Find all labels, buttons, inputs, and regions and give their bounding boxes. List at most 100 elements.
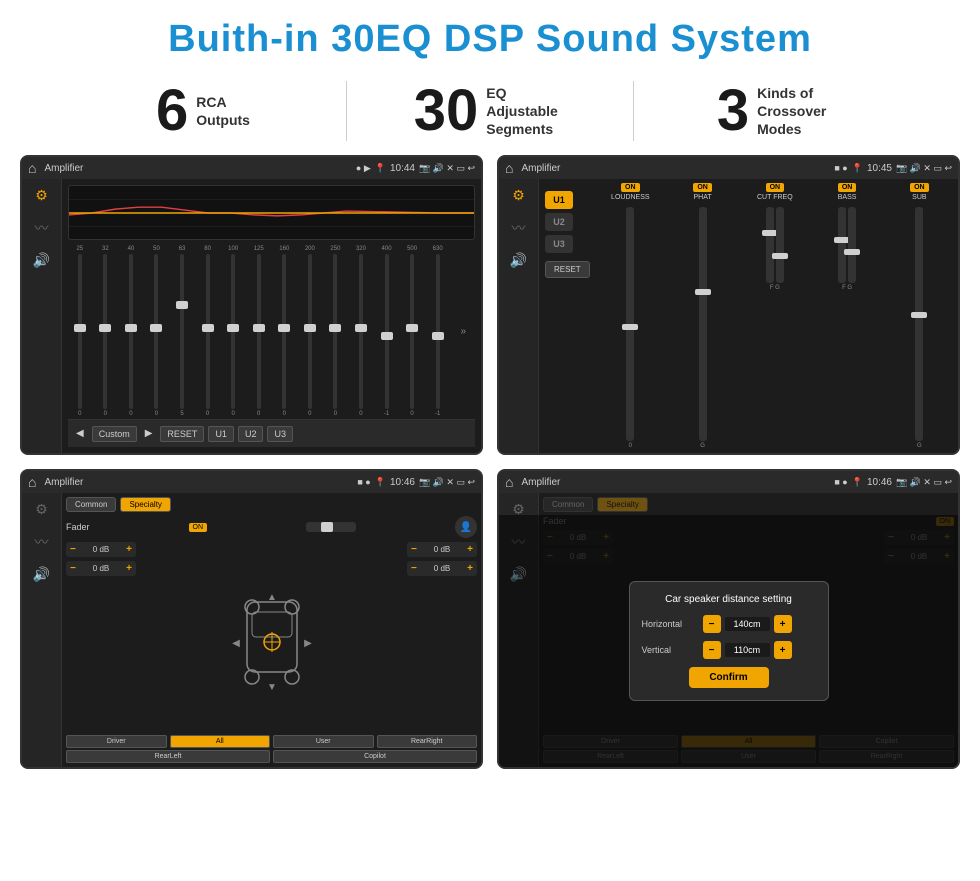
u2-btn[interactable]: U2 bbox=[545, 213, 573, 231]
rear-right-btn[interactable]: RearRight bbox=[377, 735, 478, 748]
crossover-area: U1 U2 U3 RESET ON LOUDNESS 0 bbox=[539, 179, 958, 453]
bass-label: BASS bbox=[838, 194, 857, 201]
phat-slider[interactable] bbox=[699, 207, 707, 441]
screens-grid: ⌂ Amplifier ● ▶ 📍 10:44 📷 🔊 ✕ ▭ ↩ ⚙ 〰 🔊 bbox=[0, 155, 980, 779]
eq-side-panel: ⚙ 〰 🔊 bbox=[22, 179, 62, 453]
confirm-button[interactable]: Confirm bbox=[689, 667, 769, 688]
eq-slider-250[interactable]: 250 0 bbox=[324, 246, 348, 417]
specialty-tab[interactable]: Specialty bbox=[120, 497, 170, 512]
eq-slider-200[interactable]: 200 0 bbox=[298, 246, 322, 417]
sub-on-badge: ON bbox=[910, 183, 929, 192]
rear-left-btn[interactable]: RearLeft bbox=[66, 750, 270, 763]
eq-filter-icon[interactable]: ⚙ bbox=[35, 187, 48, 204]
eq-expand-icon[interactable]: » bbox=[451, 246, 475, 417]
eq-status-bar: ⌂ Amplifier ● ▶ 📍 10:44 📷 🔊 ✕ ▭ ↩ bbox=[22, 157, 481, 179]
fader-screen: ⌂ Amplifier ■ ● 📍 10:46 📷 🔊 ✕ ▭ ↩ ⚙ 〰 🔊 … bbox=[20, 469, 483, 769]
sub-val: G bbox=[917, 443, 922, 449]
vertical-minus-btn[interactable]: − bbox=[703, 641, 721, 659]
eq-slider-32[interactable]: 32 0 bbox=[94, 246, 118, 417]
plus-icon-3[interactable]: + bbox=[467, 544, 473, 555]
plus-icon-4[interactable]: + bbox=[467, 563, 473, 574]
eq-slider-80[interactable]: 80 0 bbox=[196, 246, 220, 417]
cutfreq-slider-g[interactable] bbox=[776, 207, 784, 283]
user-btn[interactable]: User bbox=[273, 735, 374, 748]
plus-icon-2[interactable]: + bbox=[126, 563, 132, 574]
eq-prev-btn[interactable]: ◀ bbox=[72, 428, 88, 439]
eq-slider-100[interactable]: 100 0 bbox=[221, 246, 245, 417]
u3-btn[interactable]: U3 bbox=[545, 235, 573, 253]
vertical-plus-btn[interactable]: + bbox=[774, 641, 792, 659]
fader-left: − 0 dB + − 0 dB + bbox=[66, 542, 136, 732]
bass-slider-g[interactable] bbox=[848, 207, 856, 283]
cutfreq-val: F G bbox=[770, 285, 780, 291]
eq-slider-500[interactable]: 500 0 bbox=[400, 246, 424, 417]
fader-filter-icon[interactable]: ⚙ bbox=[35, 501, 48, 518]
fader-time: 10:46 bbox=[390, 477, 415, 488]
minus-icon-1[interactable]: − bbox=[70, 544, 76, 555]
eq-u2-btn[interactable]: U2 bbox=[238, 426, 264, 442]
eq-slider-50[interactable]: 50 0 bbox=[145, 246, 169, 417]
db-value-2: 0 dB bbox=[79, 564, 123, 573]
horizontal-plus-btn[interactable]: + bbox=[774, 615, 792, 633]
minus-icon-2[interactable]: − bbox=[70, 563, 76, 574]
eq-next-btn[interactable]: ▶ bbox=[141, 428, 157, 439]
dialog-status-icons: 📷 🔊 ✕ ▭ ↩ bbox=[896, 477, 952, 488]
db-control-4[interactable]: − 0 dB + bbox=[407, 561, 477, 576]
all-btn[interactable]: All bbox=[170, 735, 271, 748]
eq-slider-125[interactable]: 125 0 bbox=[247, 246, 271, 417]
loudness-slider[interactable] bbox=[626, 207, 634, 441]
horizontal-row: Horizontal − 140cm + bbox=[642, 615, 816, 633]
fader-speaker-icon[interactable]: 🔊 bbox=[33, 566, 50, 583]
minus-icon-3[interactable]: − bbox=[411, 544, 417, 555]
dialog-home-icon[interactable]: ⌂ bbox=[505, 474, 513, 490]
cross-filter-icon[interactable]: ⚙ bbox=[512, 187, 525, 204]
fader-footer: Driver All User RearRight bbox=[66, 735, 477, 748]
cutfreq-on-badge: ON bbox=[766, 183, 785, 192]
cross-speaker-icon[interactable]: 🔊 bbox=[510, 252, 527, 269]
plus-icon-1[interactable]: + bbox=[126, 544, 132, 555]
eq-u1-btn[interactable]: U1 bbox=[208, 426, 234, 442]
cross-wave-icon[interactable]: 〰 bbox=[512, 218, 526, 238]
db-value-4: 0 dB bbox=[420, 564, 464, 573]
horizontal-value: 140cm bbox=[725, 617, 770, 631]
eq-slider-630[interactable]: 630 -1 bbox=[426, 246, 450, 417]
minus-icon-4[interactable]: − bbox=[411, 563, 417, 574]
fader-status-bar: ⌂ Amplifier ■ ● 📍 10:46 📷 🔊 ✕ ▭ ↩ bbox=[22, 471, 481, 493]
db-control-3[interactable]: − 0 dB + bbox=[407, 542, 477, 557]
common-tab[interactable]: Common bbox=[66, 497, 116, 512]
eq-wave-icon[interactable]: 〰 bbox=[35, 218, 49, 238]
eq-slider-40[interactable]: 40 0 bbox=[119, 246, 143, 417]
eq-slider-320[interactable]: 320 0 bbox=[349, 246, 373, 417]
eq-speaker-icon[interactable]: 🔊 bbox=[33, 252, 50, 269]
driver-btn[interactable]: Driver bbox=[66, 735, 167, 748]
eq-slider-400[interactable]: 400 -1 bbox=[375, 246, 399, 417]
copilot-btn[interactable]: Copilot bbox=[273, 750, 477, 763]
cutfreq-slider-f[interactable] bbox=[766, 207, 774, 283]
vertical-label: Vertical bbox=[642, 645, 697, 655]
fader-home-icon[interactable]: ⌂ bbox=[28, 474, 36, 490]
cross-reset-btn[interactable]: RESET bbox=[545, 261, 590, 278]
dialog-time: 10:46 bbox=[867, 477, 892, 488]
home-icon[interactable]: ⌂ bbox=[28, 160, 36, 176]
cross-home-icon[interactable]: ⌂ bbox=[505, 160, 513, 176]
db-control-1[interactable]: − 0 dB + bbox=[66, 542, 136, 557]
fader-wave-icon[interactable]: 〰 bbox=[35, 532, 49, 552]
horizontal-minus-btn[interactable]: − bbox=[703, 615, 721, 633]
sub-slider[interactable] bbox=[915, 207, 923, 441]
fader-center: ▲ ▼ ◀ ▶ bbox=[142, 542, 401, 732]
fader-slider-h[interactable] bbox=[306, 522, 356, 532]
eq-slider-160[interactable]: 160 0 bbox=[273, 246, 297, 417]
bass-slider-f[interactable] bbox=[838, 207, 846, 283]
eq-u3-btn[interactable]: U3 bbox=[267, 426, 293, 442]
eq-reset-btn[interactable]: RESET bbox=[160, 426, 204, 442]
u1-btn[interactable]: U1 bbox=[545, 191, 573, 209]
eq-slider-63[interactable]: 63 5 bbox=[170, 246, 194, 417]
fader-body: − 0 dB + − 0 dB + bbox=[66, 542, 477, 732]
crossover-screen: ⌂ Amplifier ■ ● 📍 10:45 📷 🔊 ✕ ▭ ↩ ⚙ 〰 🔊 … bbox=[497, 155, 960, 455]
stat-text-eq: EQ Adjustable Segments bbox=[486, 84, 566, 139]
db-control-2[interactable]: − 0 dB + bbox=[66, 561, 136, 576]
horizontal-stepper: − 140cm + bbox=[703, 615, 792, 633]
eq-slider-25[interactable]: 25 0 bbox=[68, 246, 92, 417]
cross-status-bar: ⌂ Amplifier ■ ● 📍 10:45 📷 🔊 ✕ ▭ ↩ bbox=[499, 157, 958, 179]
eq-dots: ● ▶ bbox=[356, 163, 371, 174]
